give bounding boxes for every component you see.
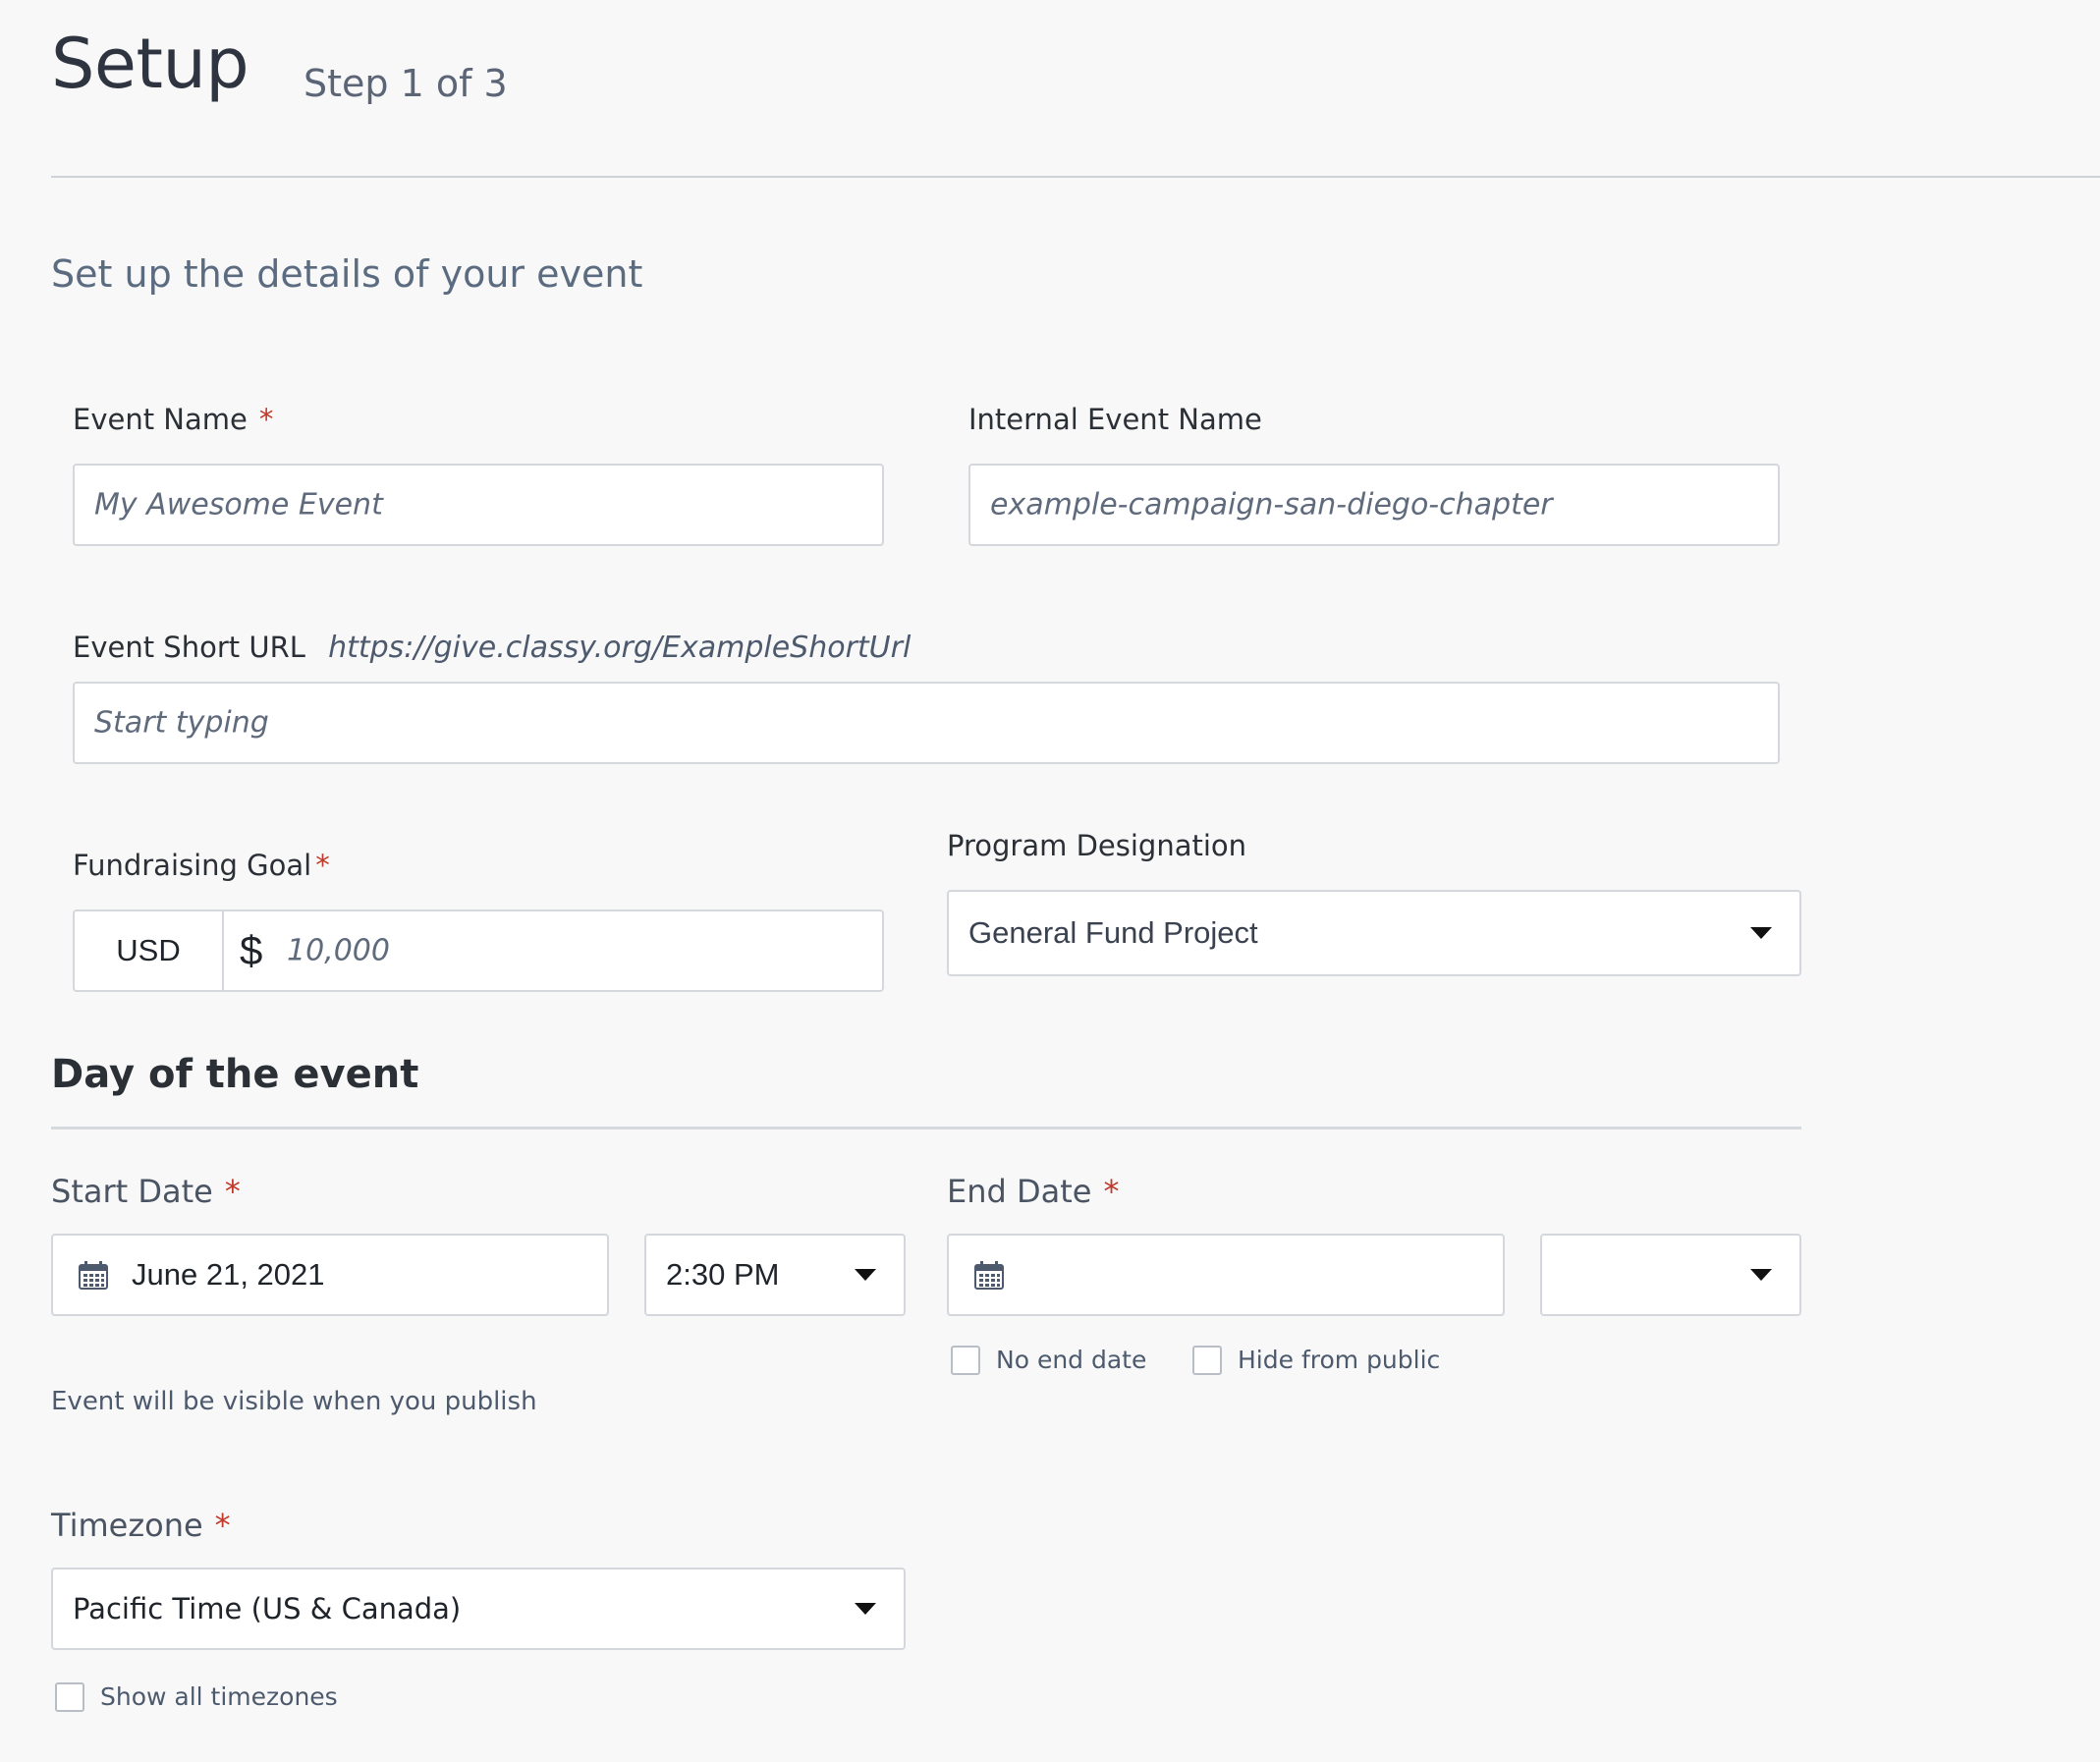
event-name-placeholder: My Awesome Event	[94, 487, 383, 523]
calendar-icon	[79, 1261, 108, 1290]
chevron-down-icon	[855, 1269, 876, 1281]
fundraising-goal-input[interactable]: USD $ 10,000	[73, 909, 884, 992]
start-date-label-text: Start Date	[51, 1173, 213, 1210]
short-url-placeholder: Start typing	[94, 705, 269, 741]
fundraising-goal-placeholder: 10,000	[287, 933, 390, 968]
timezone-label-text: Timezone	[51, 1507, 203, 1544]
required-mark: *	[258, 403, 274, 436]
chevron-down-icon	[855, 1603, 876, 1615]
event-name-label-text: Event Name	[73, 403, 248, 436]
short-url-label: Event Short URL https://give.classy.org/…	[73, 633, 911, 663]
short-url-preview: https://give.classy.org/ExampleShortUrl	[328, 631, 912, 665]
start-date-label: Start Date *	[51, 1176, 241, 1207]
end-date-input[interactable]	[947, 1234, 1505, 1316]
event-name-label: Event Name *	[73, 406, 273, 434]
fundraising-goal-label-text: Fundraising Goal	[73, 849, 312, 882]
step-indicator: Step 1 of 3	[304, 62, 508, 105]
currency-code: USD	[116, 933, 181, 967]
start-time-select[interactable]: 2:30 PM	[644, 1234, 906, 1316]
start-date-value: June 21, 2021	[132, 1257, 325, 1292]
end-date-label-text: End Date	[947, 1173, 1092, 1210]
dollar-sign: $	[240, 927, 263, 973]
chevron-down-icon	[1750, 927, 1772, 939]
required-mark: *	[1103, 1173, 1120, 1210]
short-url-input[interactable]: Start typing	[73, 682, 1780, 764]
timezone-value: Pacific Time (US & Canada)	[73, 1592, 462, 1625]
timezone-label: Timezone *	[51, 1510, 231, 1541]
no-end-date-checkbox[interactable]	[951, 1346, 980, 1375]
end-date-label: End Date *	[947, 1176, 1119, 1207]
required-mark: *	[224, 1173, 241, 1210]
no-end-date-label: No end date	[996, 1346, 1147, 1374]
program-designation-label: Program Designation	[947, 829, 1247, 862]
visibility-help-text: Event will be visible when you publish	[51, 1387, 537, 1416]
show-all-timezones-label: Show all timezones	[100, 1682, 338, 1711]
event-name-input[interactable]: My Awesome Event	[73, 464, 884, 546]
section-title-day-of-event: Day of the event	[51, 1052, 419, 1097]
currency-selector[interactable]: USD	[75, 911, 224, 990]
hide-from-public-checkbox[interactable]	[1192, 1346, 1222, 1375]
internal-event-name-placeholder: example-campaign-san-diego-chapter	[990, 487, 1553, 523]
section-divider	[51, 1127, 1801, 1129]
timezone-select[interactable]: Pacific Time (US & Canada)	[51, 1568, 906, 1650]
short-url-label-text: Event Short URL	[73, 631, 305, 664]
hide-from-public-label: Hide from public	[1238, 1346, 1441, 1374]
program-designation-select[interactable]: General Fund Project	[947, 890, 1801, 976]
start-time-value: 2:30 PM	[666, 1257, 780, 1292]
program-designation-value: General Fund Project	[968, 915, 1258, 950]
chevron-down-icon	[1750, 1269, 1772, 1281]
header-divider	[51, 176, 2100, 178]
calendar-icon	[974, 1261, 1004, 1290]
page-subtitle: Set up the details of your event	[51, 252, 643, 296]
internal-event-name-input[interactable]: example-campaign-san-diego-chapter	[968, 464, 1780, 546]
required-mark: *	[315, 849, 330, 882]
page-title: Setup	[51, 24, 249, 104]
internal-event-name-label: Internal Event Name	[968, 403, 1262, 436]
fundraising-goal-label: Fundraising Goal *	[73, 852, 330, 880]
required-mark: *	[214, 1507, 231, 1544]
show-all-timezones-checkbox[interactable]	[55, 1682, 84, 1712]
end-time-select[interactable]	[1540, 1234, 1801, 1316]
start-date-input[interactable]: June 21, 2021	[51, 1234, 609, 1316]
